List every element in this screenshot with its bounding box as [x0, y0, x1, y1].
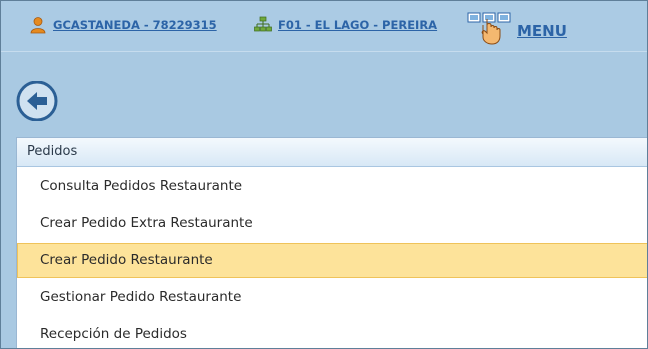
user-icon [29, 16, 47, 34]
user-label: GCASTANEDA - 78229315 [53, 18, 217, 32]
branch-link[interactable]: F01 - EL LAGO - PEREIRA [254, 16, 437, 34]
menu-item-gestionar-pedido[interactable]: Gestionar Pedido Restaurante [17, 280, 647, 315]
menu-label: MENU [517, 22, 567, 40]
menu-button[interactable]: MENU [467, 11, 567, 45]
back-button[interactable] [16, 80, 60, 122]
menu-item-crear-pedido-extra[interactable]: Crear Pedido Extra Restaurante [17, 206, 647, 241]
org-chart-icon [254, 16, 272, 34]
panel-title: Pedidos [17, 138, 647, 167]
hand-pointer-icon [467, 11, 513, 45]
user-link[interactable]: GCASTANEDA - 78229315 [29, 16, 217, 34]
back-arrow-icon [16, 80, 60, 122]
menu-item-recepcion-pedidos[interactable]: Recepción de Pedidos [17, 317, 647, 348]
menu-item-crear-pedido[interactable]: Crear Pedido Restaurante [17, 243, 647, 278]
app-frame: GCASTANEDA - 78229315 F01 - EL LAGO - PE… [0, 0, 648, 349]
menu-item-consulta-pedidos[interactable]: Consulta Pedidos Restaurante [17, 169, 647, 204]
branch-label: F01 - EL LAGO - PEREIRA [278, 18, 438, 32]
orders-menu-list: Consulta Pedidos Restaurante Crear Pedid… [17, 169, 647, 348]
top-bar: GCASTANEDA - 78229315 F01 - EL LAGO - PE… [1, 1, 647, 52]
orders-panel: Pedidos Consulta Pedidos Restaurante Cre… [16, 137, 647, 348]
